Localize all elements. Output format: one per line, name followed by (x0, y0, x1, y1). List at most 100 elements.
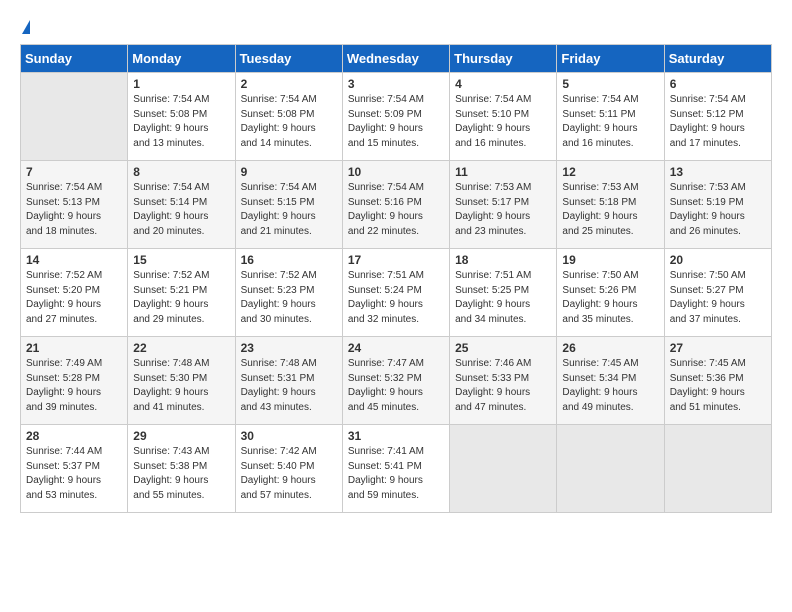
calendar-cell: 17 Sunrise: 7:51 AM Sunset: 5:24 PM Dayli… (342, 249, 449, 337)
day-number: 9 (241, 165, 337, 179)
day-number: 23 (241, 341, 337, 355)
calendar-cell: 18 Sunrise: 7:51 AM Sunset: 5:25 PM Dayli… (450, 249, 557, 337)
calendar-cell: 26 Sunrise: 7:45 AM Sunset: 5:34 PM Dayli… (557, 337, 664, 425)
calendar-week-row: 21 Sunrise: 7:49 AM Sunset: 5:28 PM Dayli… (21, 337, 772, 425)
day-info: Sunrise: 7:54 AM Sunset: 5:13 PM Dayligh… (26, 181, 122, 239)
day-number: 18 (455, 253, 551, 267)
day-number: 2 (241, 77, 337, 91)
day-number: 8 (133, 165, 229, 179)
day-info: Sunrise: 7:52 AM Sunset: 5:21 PM Dayligh… (133, 269, 229, 327)
day-number: 12 (562, 165, 658, 179)
day-info: Sunrise: 7:51 AM Sunset: 5:24 PM Dayligh… (348, 269, 444, 327)
day-number: 16 (241, 253, 337, 267)
calendar-week-row: 14 Sunrise: 7:52 AM Sunset: 5:20 PM Dayli… (21, 249, 772, 337)
day-number: 26 (562, 341, 658, 355)
calendar-cell: 12 Sunrise: 7:53 AM Sunset: 5:18 PM Dayli… (557, 161, 664, 249)
column-header-sunday: Sunday (21, 45, 128, 73)
day-number: 4 (455, 77, 551, 91)
day-info: Sunrise: 7:42 AM Sunset: 5:40 PM Dayligh… (241, 445, 337, 503)
day-number: 6 (670, 77, 766, 91)
day-info: Sunrise: 7:54 AM Sunset: 5:14 PM Dayligh… (133, 181, 229, 239)
logo-arrow-icon (22, 20, 30, 34)
calendar-cell: 29Sunrise: 7:43 AM Sunset: 5:38 PM Dayli… (128, 425, 235, 513)
calendar-cell (557, 425, 664, 513)
calendar-cell: 23 Sunrise: 7:48 AM Sunset: 5:31 PM Dayli… (235, 337, 342, 425)
calendar-cell: 11 Sunrise: 7:53 AM Sunset: 5:17 PM Dayli… (450, 161, 557, 249)
day-info: Sunrise: 7:44 AM Sunset: 5:37 PM Dayligh… (26, 445, 122, 503)
day-info: Sunrise: 7:41 AM Sunset: 5:41 PM Dayligh… (348, 445, 444, 503)
day-info: Sunrise: 7:49 AM Sunset: 5:28 PM Dayligh… (26, 357, 122, 415)
column-header-tuesday: Tuesday (235, 45, 342, 73)
day-number: 22 (133, 341, 229, 355)
day-number: 30 (241, 429, 337, 443)
calendar-cell: 10 Sunrise: 7:54 AM Sunset: 5:16 PM Dayli… (342, 161, 449, 249)
calendar-cell: 28Sunrise: 7:44 AM Sunset: 5:37 PM Dayli… (21, 425, 128, 513)
page-header (20, 20, 772, 34)
day-number: 15 (133, 253, 229, 267)
day-number: 14 (26, 253, 122, 267)
calendar-cell: 27 Sunrise: 7:45 AM Sunset: 5:36 PM Dayli… (664, 337, 771, 425)
day-number: 11 (455, 165, 551, 179)
day-info: Sunrise: 7:45 AM Sunset: 5:36 PM Dayligh… (670, 357, 766, 415)
day-number: 25 (455, 341, 551, 355)
logo (20, 20, 30, 34)
calendar-cell: 14 Sunrise: 7:52 AM Sunset: 5:20 PM Dayli… (21, 249, 128, 337)
calendar-cell: 24Sunrise: 7:47 AM Sunset: 5:32 PM Dayli… (342, 337, 449, 425)
calendar-cell: 30 Sunrise: 7:42 AM Sunset: 5:40 PM Dayli… (235, 425, 342, 513)
calendar-cell: 8 Sunrise: 7:54 AM Sunset: 5:14 PM Daylig… (128, 161, 235, 249)
day-info: Sunrise: 7:50 AM Sunset: 5:26 PM Dayligh… (562, 269, 658, 327)
calendar-cell: 19 Sunrise: 7:50 AM Sunset: 5:26 PM Dayli… (557, 249, 664, 337)
day-info: Sunrise: 7:54 AM Sunset: 5:09 PM Dayligh… (348, 93, 444, 151)
calendar-cell (21, 73, 128, 161)
day-number: 13 (670, 165, 766, 179)
calendar-week-row: 7 Sunrise: 7:54 AM Sunset: 5:13 PM Daylig… (21, 161, 772, 249)
calendar-cell: 7 Sunrise: 7:54 AM Sunset: 5:13 PM Daylig… (21, 161, 128, 249)
day-number: 3 (348, 77, 444, 91)
day-info: Sunrise: 7:52 AM Sunset: 5:20 PM Dayligh… (26, 269, 122, 327)
day-info: Sunrise: 7:51 AM Sunset: 5:25 PM Dayligh… (455, 269, 551, 327)
calendar-week-row: 1Sunrise: 7:54 AM Sunset: 5:08 PM Daylig… (21, 73, 772, 161)
day-info: Sunrise: 7:54 AM Sunset: 5:16 PM Dayligh… (348, 181, 444, 239)
calendar-cell: 31 Sunrise: 7:41 AM Sunset: 5:41 PM Dayli… (342, 425, 449, 513)
day-number: 20 (670, 253, 766, 267)
day-number: 27 (670, 341, 766, 355)
calendar-cell: 16 Sunrise: 7:52 AM Sunset: 5:23 PM Dayli… (235, 249, 342, 337)
column-header-saturday: Saturday (664, 45, 771, 73)
day-info: Sunrise: 7:46 AM Sunset: 5:33 PM Dayligh… (455, 357, 551, 415)
day-number: 21 (26, 341, 122, 355)
column-header-monday: Monday (128, 45, 235, 73)
day-number: 10 (348, 165, 444, 179)
calendar-header-row: SundayMondayTuesdayWednesdayThursdayFrid… (21, 45, 772, 73)
calendar-cell (450, 425, 557, 513)
day-info: Sunrise: 7:48 AM Sunset: 5:30 PM Dayligh… (133, 357, 229, 415)
day-info: Sunrise: 7:47 AM Sunset: 5:32 PM Dayligh… (348, 357, 444, 415)
day-info: Sunrise: 7:48 AM Sunset: 5:31 PM Dayligh… (241, 357, 337, 415)
day-info: Sunrise: 7:53 AM Sunset: 5:17 PM Dayligh… (455, 181, 551, 239)
day-info: Sunrise: 7:54 AM Sunset: 5:08 PM Dayligh… (133, 93, 229, 151)
calendar-cell: 9 Sunrise: 7:54 AM Sunset: 5:15 PM Daylig… (235, 161, 342, 249)
calendar-cell (664, 425, 771, 513)
day-info: Sunrise: 7:53 AM Sunset: 5:18 PM Dayligh… (562, 181, 658, 239)
day-number: 31 (348, 429, 444, 443)
day-number: 19 (562, 253, 658, 267)
calendar-cell: 6 Sunrise: 7:54 AM Sunset: 5:12 PM Daylig… (664, 73, 771, 161)
day-number: 7 (26, 165, 122, 179)
day-info: Sunrise: 7:54 AM Sunset: 5:15 PM Dayligh… (241, 181, 337, 239)
calendar-cell: 1Sunrise: 7:54 AM Sunset: 5:08 PM Daylig… (128, 73, 235, 161)
day-info: Sunrise: 7:54 AM Sunset: 5:11 PM Dayligh… (562, 93, 658, 151)
column-header-thursday: Thursday (450, 45, 557, 73)
calendar-cell: 4Sunrise: 7:54 AM Sunset: 5:10 PM Daylig… (450, 73, 557, 161)
day-info: Sunrise: 7:45 AM Sunset: 5:34 PM Dayligh… (562, 357, 658, 415)
day-number: 29 (133, 429, 229, 443)
calendar-cell: 21 Sunrise: 7:49 AM Sunset: 5:28 PM Dayli… (21, 337, 128, 425)
day-info: Sunrise: 7:52 AM Sunset: 5:23 PM Dayligh… (241, 269, 337, 327)
calendar-cell: 2Sunrise: 7:54 AM Sunset: 5:08 PM Daylig… (235, 73, 342, 161)
calendar-cell: 20 Sunrise: 7:50 AM Sunset: 5:27 PM Dayli… (664, 249, 771, 337)
column-header-wednesday: Wednesday (342, 45, 449, 73)
day-number: 5 (562, 77, 658, 91)
day-info: Sunrise: 7:54 AM Sunset: 5:12 PM Dayligh… (670, 93, 766, 151)
day-number: 17 (348, 253, 444, 267)
calendar-cell: 3 Sunrise: 7:54 AM Sunset: 5:09 PM Daylig… (342, 73, 449, 161)
calendar-cell: 15 Sunrise: 7:52 AM Sunset: 5:21 PM Dayli… (128, 249, 235, 337)
day-info: Sunrise: 7:50 AM Sunset: 5:27 PM Dayligh… (670, 269, 766, 327)
